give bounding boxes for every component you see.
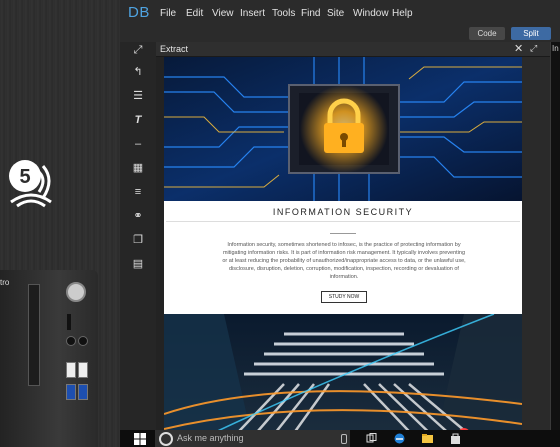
usb-port	[66, 362, 76, 378]
edge-browser-icon[interactable]	[394, 433, 405, 444]
usb-port	[78, 362, 88, 378]
scroll-track[interactable]	[522, 57, 551, 447]
expand-icon[interactable]: ⤢	[530, 43, 537, 54]
desktop-tower: tro	[0, 270, 98, 447]
split-view-button[interactable]: Split	[511, 27, 551, 40]
panel-title: Extract	[160, 44, 189, 54]
file-explorer-icon[interactable]	[422, 433, 433, 444]
editor-window: DB File Edit View Insert Tools Find Site…	[120, 0, 560, 447]
taskbar-search[interactable]: Ask me anything	[155, 430, 350, 447]
microphone-icon[interactable]	[341, 434, 347, 444]
inspector-label: In	[552, 44, 559, 53]
menu-find[interactable]: Find	[301, 8, 320, 19]
study-now-button[interactable]: STUDY NOW	[321, 291, 367, 303]
view-toolbar: Code Split	[120, 26, 560, 42]
store-icon[interactable]	[450, 433, 461, 444]
section-paragraph: Information security, sometimes shortene…	[222, 242, 466, 280]
inspector-panel	[551, 42, 560, 447]
menu-window[interactable]: Window	[353, 8, 389, 19]
usb3-port	[78, 384, 88, 400]
task-view-icon[interactable]	[366, 433, 377, 444]
text-format-icon[interactable]: T	[130, 112, 146, 128]
minus-icon[interactable]: –	[130, 136, 146, 152]
grid-icon[interactable]: ▦	[130, 160, 146, 176]
5g-logo-icon: 5	[9, 160, 52, 208]
link-icon[interactable]: ⚭	[130, 208, 146, 224]
close-icon[interactable]: ✕	[514, 42, 523, 55]
divider	[166, 221, 520, 222]
taskbar: Ask me anything	[120, 430, 560, 447]
usb3-port	[66, 384, 76, 400]
divider-short	[330, 233, 356, 234]
security-hero-image	[164, 57, 522, 201]
sliders-icon[interactable]: ☰	[130, 88, 146, 104]
cortana-icon	[159, 432, 173, 446]
menu-site[interactable]: Site	[327, 8, 344, 19]
audio-jack-icon	[66, 336, 76, 346]
code-view-button[interactable]: Code	[469, 27, 505, 40]
tower-label: tro	[0, 278, 10, 287]
search-placeholder: Ask me anything	[177, 433, 244, 443]
fullscreen-icon[interactable]: ⤢	[130, 42, 146, 58]
extract-panel: Extract ✕ ⤢ INFORMATION SECURITY Informa…	[156, 42, 551, 447]
power-button-icon	[66, 282, 86, 302]
sd-slot	[67, 314, 71, 330]
menu-view[interactable]: View	[212, 8, 234, 19]
optical-slot	[28, 284, 40, 386]
section-title: INFORMATION SECURITY	[272, 207, 414, 217]
desk-background: 5 tro	[0, 0, 120, 447]
menu-bar: DB File Edit View Insert Tools Find Site…	[120, 0, 560, 26]
tool-bar: ⤢ ↰ ☰ T – ▦ ≡ ⚭ ❐ ▤	[120, 42, 157, 447]
menu-tools[interactable]: Tools	[272, 8, 295, 19]
undo-icon[interactable]: ↰	[130, 64, 146, 80]
5g-badge-text: 5	[19, 166, 30, 188]
menu-help[interactable]: Help	[392, 8, 413, 19]
city-crossing-image	[164, 314, 522, 447]
list-icon[interactable]: ≡	[130, 184, 146, 200]
app-logo: DB	[128, 4, 150, 21]
layers-icon[interactable]: ❐	[130, 232, 146, 248]
document-preview: INFORMATION SECURITY Information securit…	[164, 57, 522, 447]
windows-start-icon[interactable]	[134, 433, 146, 445]
extract-tab: Extract ✕ ⤢	[156, 42, 551, 57]
mic-jack-icon	[78, 336, 88, 346]
document-icon[interactable]: ▤	[130, 256, 146, 272]
menu-insert[interactable]: Insert	[240, 8, 265, 19]
menu-file[interactable]: File	[160, 8, 176, 19]
menu-edit[interactable]: Edit	[186, 8, 203, 19]
